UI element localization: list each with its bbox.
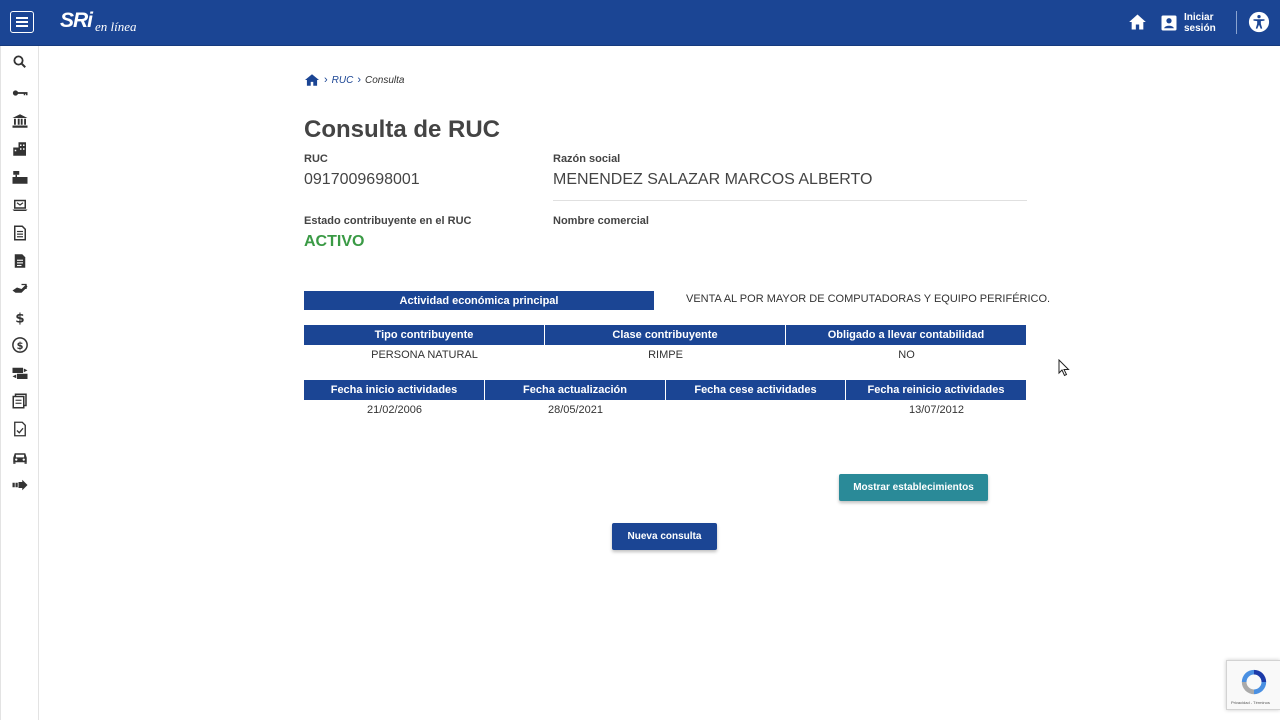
table-header: Clase contribuyente xyxy=(545,325,786,345)
dollar-circle-icon[interactable]: $ xyxy=(10,335,30,355)
receipt-icon[interactable] xyxy=(10,391,30,411)
table-cell: 13/07/2012 xyxy=(908,404,965,416)
search-icon[interactable] xyxy=(10,52,30,72)
ruc-label: RUC xyxy=(304,153,328,165)
accessibility-icon[interactable] xyxy=(1248,11,1270,33)
laptop-icon[interactable] xyxy=(10,195,30,215)
svg-text:$: $ xyxy=(15,310,24,326)
mouse-cursor-icon xyxy=(1058,359,1070,377)
top-separator xyxy=(1236,11,1237,34)
document-icon[interactable] xyxy=(10,251,30,271)
hand-tag-icon[interactable] xyxy=(10,279,30,299)
chevron-right-icon: › xyxy=(324,74,328,86)
car-icon[interactable] xyxy=(10,447,30,467)
arrow-right-icon[interactable] xyxy=(10,475,30,495)
sidebar: $ $ xyxy=(0,46,39,720)
logo-sub-text: en línea xyxy=(95,19,137,34)
money-transfer-icon[interactable] xyxy=(10,363,30,383)
contribuyente-table: Tipo contribuyente Clase contribuyente O… xyxy=(304,325,1027,365)
table-cell: NO xyxy=(898,349,915,361)
table-header: Fecha actualización xyxy=(485,380,666,400)
table-cell: RIMPE xyxy=(648,349,683,361)
document-lines-icon[interactable] xyxy=(10,223,30,243)
estado-label: Estado contribuyente en el RUC xyxy=(304,215,472,227)
nombre-comercial-label: Nombre comercial xyxy=(553,215,649,227)
status-badge: ACTIVO xyxy=(304,233,365,250)
recaptcha-icon xyxy=(1241,669,1267,695)
table-header: Fecha inicio actividades xyxy=(304,380,485,400)
actividad-value: VENTA AL POR MAYOR DE COMPUTADORAS Y EQU… xyxy=(686,293,1051,305)
key-icon[interactable] xyxy=(10,83,30,103)
ruc-value: 0917009698001 xyxy=(304,171,420,188)
fechas-table: Fecha inicio actividades Fecha actualiza… xyxy=(304,380,1027,420)
table-header: Tipo contribuyente xyxy=(304,325,545,345)
svg-text:$: $ xyxy=(17,341,24,352)
dollar-icon[interactable]: $ xyxy=(10,307,30,327)
menu-icon[interactable] xyxy=(10,11,34,33)
document-check-icon[interactable] xyxy=(10,419,30,439)
table-cell: 28/05/2021 xyxy=(547,404,604,416)
breadcrumb-current: Consulta xyxy=(365,74,405,86)
recaptcha-text[interactable]: Privacidad - Términos xyxy=(1231,700,1270,705)
table-header: Fecha reinicio actividades xyxy=(846,380,1027,400)
table-cell: PERSONA NATURAL xyxy=(371,349,478,361)
breadcrumb-ruc-link[interactable]: RUC xyxy=(332,75,354,86)
sri-logo[interactable]: SRi en línea xyxy=(60,9,137,34)
razon-social-label: Razón social xyxy=(553,153,621,165)
table-cell xyxy=(666,400,846,420)
login-button[interactable]: Iniciar sesión xyxy=(1160,12,1218,34)
logo-main-text: SRi xyxy=(60,9,93,32)
recaptcha-badge[interactable]: Privacidad - Términos xyxy=(1226,660,1280,710)
top-bar: SRi en línea Iniciar sesión xyxy=(0,0,1280,46)
actividad-label: Actividad económica principal xyxy=(304,291,654,310)
table-cell: 21/02/2006 xyxy=(366,404,423,416)
chevron-right-icon: › xyxy=(357,74,362,86)
breadcrumb-home-icon[interactable] xyxy=(304,73,320,87)
table-header: Obligado a llevar contabilidad xyxy=(786,325,1027,345)
divider xyxy=(553,200,1027,201)
user-icon xyxy=(1161,15,1177,31)
nueva-consulta-button[interactable]: Nueva consulta xyxy=(612,523,717,550)
login-label: Iniciar sesión xyxy=(1184,12,1216,34)
mostrar-establecimientos-button[interactable]: Mostrar establecimientos xyxy=(839,474,988,501)
razon-social-value: MENENDEZ SALAZAR MARCOS ALBERTO xyxy=(553,171,873,188)
home-icon[interactable] xyxy=(1127,12,1148,32)
table-header: Fecha cese actividades xyxy=(666,380,846,400)
buildings-icon[interactable] xyxy=(10,139,30,159)
bank-icon[interactable] xyxy=(10,111,30,131)
cash-register-icon[interactable] xyxy=(10,167,30,187)
breadcrumb: › RUC › Consulta xyxy=(304,73,404,87)
page-title: Consulta de RUC xyxy=(304,116,501,143)
